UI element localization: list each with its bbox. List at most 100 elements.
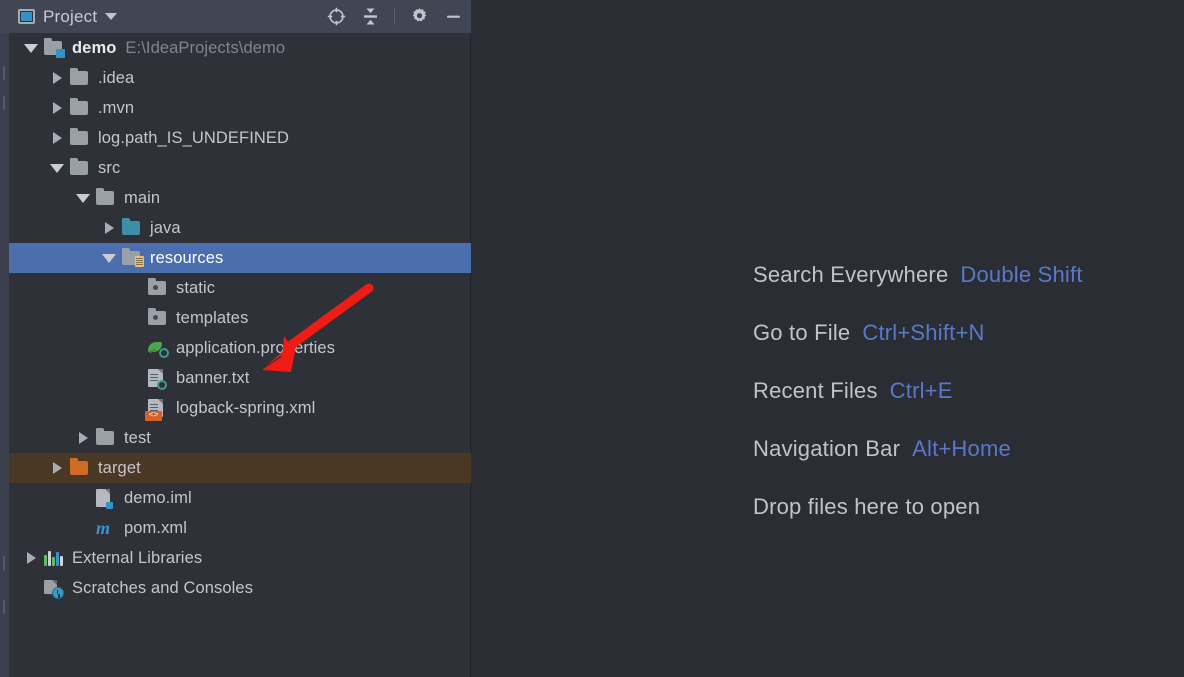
tree-row-java[interactable]: java	[9, 213, 471, 243]
tree-row-label: test	[124, 428, 151, 447]
stripe-header-spacer	[0, 0, 9, 33]
expand-arrow-placeholder	[70, 483, 96, 513]
folder-dot-icon	[148, 273, 170, 303]
intellij-idea-window: Project demo E:\IdeaProjects\demo .idea …	[0, 0, 1184, 677]
expand-arrow[interactable]	[44, 93, 70, 123]
tree-row-static[interactable]: static	[9, 273, 471, 303]
select-opened-file-icon[interactable]	[326, 7, 346, 27]
tree-row-application-properties[interactable]: application.properties	[9, 333, 471, 363]
folder-gray-icon	[96, 423, 118, 453]
scratches-icon	[44, 573, 66, 603]
tree-row-label: .mvn	[98, 98, 135, 117]
expand-arrow[interactable]	[44, 153, 70, 183]
expand-arrow[interactable]	[44, 63, 70, 93]
collapse-all-icon[interactable]	[360, 7, 380, 27]
tree-row-label: .idea	[98, 68, 135, 87]
folder-gray-icon	[70, 93, 92, 123]
maven-icon: m	[96, 518, 111, 538]
folder-excluded-icon	[70, 453, 92, 483]
xml-file-icon: <>	[145, 393, 170, 423]
iml-file-icon	[96, 483, 118, 513]
tree-row-label: logback-spring.xml	[176, 398, 316, 417]
spring-text-icon	[148, 363, 170, 393]
hint-label: Go to File	[753, 320, 851, 345]
expand-arrow-placeholder	[18, 573, 44, 603]
folder-project-icon	[44, 33, 66, 63]
tree-row-label: banner.txt	[176, 368, 250, 387]
expand-arrow[interactable]	[44, 453, 70, 483]
expand-arrow[interactable]	[18, 33, 44, 63]
libraries-icon	[44, 543, 66, 573]
project-tree[interactable]: demo E:\IdeaProjects\demo .idea .mvn log…	[9, 33, 471, 677]
tree-row-label: resources	[150, 248, 224, 267]
tree-row-external-libraries[interactable]: External Libraries	[9, 543, 471, 573]
tree-row-pom-xml[interactable]: m pom.xml	[9, 513, 471, 543]
expand-arrow[interactable]	[96, 213, 122, 243]
expand-arrow[interactable]	[18, 543, 44, 573]
tree-row-demo[interactable]: demo E:\IdeaProjects\demo	[9, 33, 471, 63]
tree-row-logback-spring-xml[interactable]: <> logback-spring.xml	[9, 393, 471, 423]
expand-arrow-placeholder	[122, 303, 148, 333]
project-tool-window: Project demo E:\IdeaProjects\demo .idea …	[9, 0, 471, 677]
folder-gray-icon	[70, 153, 92, 183]
tree-row-label: log.path_IS_UNDEFINED	[98, 128, 290, 147]
tree-row-logpath[interactable]: log.path_IS_UNDEFINED	[9, 123, 471, 153]
tree-row-label: templates	[176, 308, 249, 327]
tree-row-label: src	[98, 158, 121, 177]
tool-window-stripe-left[interactable]	[0, 0, 9, 677]
editor-empty-area: Search Everywhere Double Shift Go to Fil…	[472, 0, 1184, 677]
expand-arrow-placeholder	[122, 363, 148, 393]
tree-row-banner-txt[interactable]: banner.txt	[9, 363, 471, 393]
hint-search-everywhere: Search Everywhere Double Shift	[753, 262, 1083, 320]
hint-shortcut: Double Shift	[960, 262, 1083, 287]
folder-gray-icon	[96, 183, 118, 213]
hint-drop-files: Drop files here to open	[753, 494, 1083, 552]
tree-row-main[interactable]: main	[9, 183, 471, 213]
hint-label: Drop files here to open	[753, 494, 981, 519]
tree-row-idea[interactable]: .idea	[9, 63, 471, 93]
tree-row-demo-iml[interactable]: demo.iml	[9, 483, 471, 513]
stripe-mark	[3, 556, 5, 570]
tree-row-resources[interactable]: resources	[9, 243, 471, 273]
tree-row-label: application.properties	[176, 338, 336, 357]
folder-resources-icon	[122, 243, 144, 273]
project-path: E:\IdeaProjects\demo	[125, 38, 286, 57]
folder-sources-icon	[122, 213, 144, 243]
tree-row-scratches-and-consoles[interactable]: Scratches and Consoles	[9, 573, 471, 603]
chevron-down-icon[interactable]	[105, 13, 118, 20]
panel-toolbar	[326, 7, 463, 27]
panel-title: Project	[43, 6, 98, 26]
expand-arrow-placeholder	[122, 333, 148, 363]
settings-gear-icon[interactable]	[409, 7, 429, 27]
expand-arrow[interactable]	[70, 183, 96, 213]
tree-row-src[interactable]: src	[9, 153, 471, 183]
folder-gray-icon	[70, 63, 92, 93]
expand-arrow[interactable]	[96, 243, 122, 273]
tree-row-mvn[interactable]: .mvn	[9, 93, 471, 123]
hide-panel-icon[interactable]	[443, 7, 463, 27]
tree-row-label: Scratches and Consoles	[72, 578, 254, 597]
hint-label: Recent Files	[753, 378, 878, 403]
project-panel-header: Project	[9, 0, 471, 33]
spring-properties-icon	[148, 333, 170, 363]
tree-row-templates[interactable]: templates	[9, 303, 471, 333]
hint-shortcut: Ctrl+Shift+N	[862, 320, 985, 345]
tree-row-label: static	[176, 278, 216, 297]
tree-row-label: demo	[72, 38, 117, 57]
hint-navigation-bar: Navigation Bar Alt+Home	[753, 436, 1083, 494]
hint-go-to-file: Go to File Ctrl+Shift+N	[753, 320, 1083, 378]
stripe-mark	[3, 96, 5, 110]
expand-arrow-placeholder	[70, 513, 96, 543]
expand-arrow[interactable]	[70, 423, 96, 453]
hint-label: Search Everywhere	[753, 262, 949, 287]
expand-arrow[interactable]	[44, 123, 70, 153]
tree-row-test[interactable]: test	[9, 423, 471, 453]
expand-arrow-placeholder	[122, 273, 148, 303]
folder-dot-icon	[148, 303, 170, 333]
project-view-selector[interactable]: Project	[18, 6, 118, 27]
tree-row-target[interactable]: target	[9, 453, 471, 483]
project-window-icon	[18, 9, 35, 24]
stripe-mark	[3, 600, 5, 614]
tree-row-label: java	[150, 218, 181, 237]
hint-shortcut: Alt+Home	[912, 436, 1011, 461]
